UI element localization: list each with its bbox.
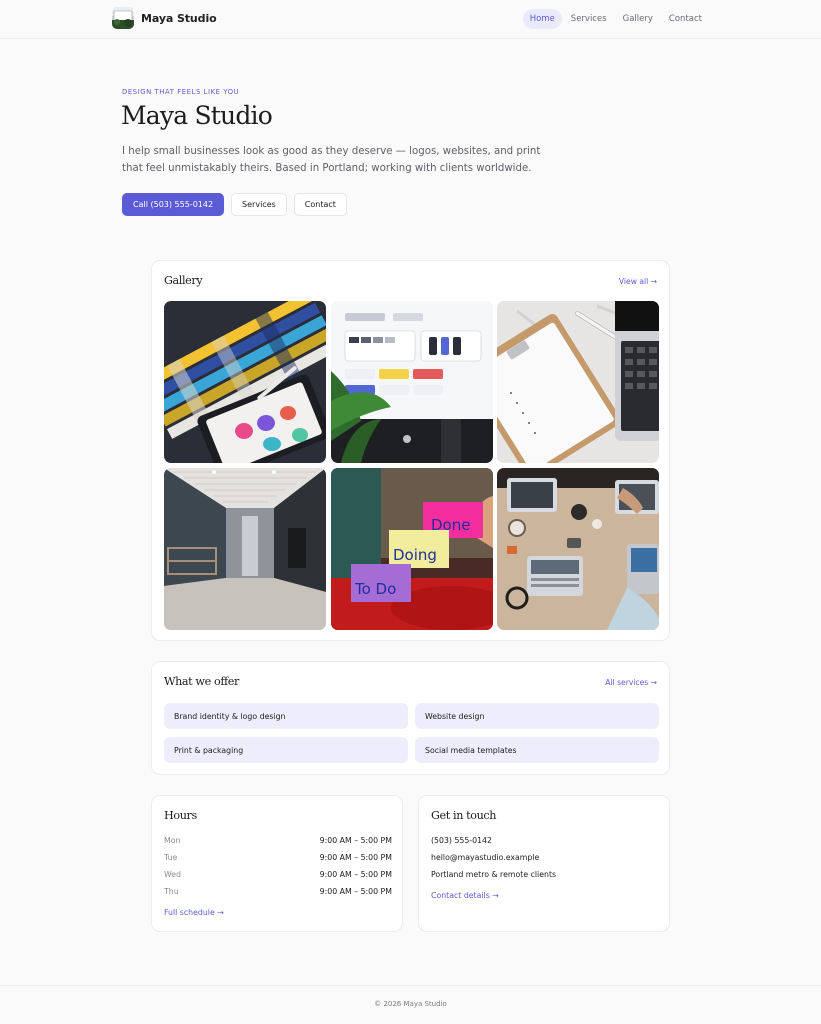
sticky-note-done: Done [431, 516, 470, 534]
hours-row: Thu 9:00 AM – 5:00 PM [164, 887, 392, 899]
service-chip-brand-identity[interactable]: Brand identity & logo design [164, 703, 408, 729]
nav-link-contact[interactable]: Contact [662, 9, 709, 29]
hours-title: Hours [164, 809, 197, 822]
brand-home-link[interactable]: Maya Studio [112, 7, 217, 29]
gallery-tile-hallway[interactable] [164, 468, 326, 630]
hours-time: 9:00 AM – 5:00 PM [319, 836, 392, 845]
hero-description: I help small businesses look as good as … [122, 146, 541, 174]
contact-details-link[interactable]: Contact details → [431, 891, 499, 900]
hours-time: 9:00 AM – 5:00 PM [319, 870, 392, 879]
color-swatches-photo [164, 301, 326, 463]
hours-row: Mon 9:00 AM – 5:00 PM [164, 836, 392, 848]
gallery-tile-clipboard[interactable] [497, 301, 659, 463]
brand-name: Maya Studio [141, 11, 217, 25]
full-schedule-link[interactable]: Full schedule → [164, 908, 224, 917]
hours-day: Wed [164, 870, 181, 879]
contact-service-area: Portland metro & remote clients [431, 870, 557, 879]
all-services-link[interactable]: All services → [605, 678, 657, 687]
sticky-notes-photo: Done Doing To Do [331, 468, 493, 630]
hero-title: Maya Studio [121, 101, 273, 130]
contact-card: Get in touch (503) 555-0142 hello@mayast… [418, 795, 670, 932]
contact-phone[interactable]: (503) 555-0142 [431, 836, 492, 845]
services-title: What we offer [164, 675, 239, 688]
service-chip-print-packaging[interactable]: Print & packaging [164, 737, 408, 763]
gallery-tile-team[interactable] [497, 468, 659, 630]
gallery-tile-swatches[interactable] [164, 301, 326, 463]
nav-link-gallery[interactable]: Gallery [616, 9, 660, 29]
gallery-card: Gallery View all → Done Doing To Do [151, 260, 670, 641]
hours-time: 9:00 AM – 5:00 PM [319, 853, 392, 862]
service-chip-social-media[interactable]: Social media templates [415, 737, 659, 763]
services-button[interactable]: Services [231, 193, 287, 216]
sticky-note-to-do: To Do [354, 580, 396, 598]
sticky-note-doing: Doing [393, 546, 437, 564]
gallery-tile-sticky-notes[interactable]: Done Doing To Do [331, 468, 493, 630]
hero-actions: Call (503) 555-0142 Services Contact [122, 193, 347, 216]
gallery-title: Gallery [164, 274, 203, 287]
hours-time: 9:00 AM – 5:00 PM [319, 887, 392, 896]
hours-day: Tue [164, 853, 178, 862]
gallery-view-all-link[interactable]: View all → [619, 277, 657, 286]
service-chip-website-design[interactable]: Website design [415, 703, 659, 729]
hours-day: Mon [164, 836, 181, 845]
services-card: What we offer All services → Brand ident… [151, 661, 670, 775]
clipboard-desk-photo [497, 301, 659, 463]
footer: © 2026 Maya Studio [0, 985, 821, 1024]
call-button[interactable]: Call (503) 555-0142 [122, 193, 225, 216]
contact-button[interactable]: Contact [293, 193, 347, 216]
contact-title: Get in touch [431, 809, 497, 822]
nav-link-services[interactable]: Services [564, 9, 614, 29]
main-nav: Home Services Gallery Contact [522, 9, 709, 29]
nav-link-home[interactable]: Home [522, 9, 562, 29]
gallery-tile-monitor[interactable] [331, 301, 493, 463]
contact-email[interactable]: hello@mayastudio.example [431, 853, 539, 862]
hours-card: Hours Mon 9:00 AM – 5:00 PM Tue 9:00 AM … [151, 795, 403, 932]
hours-row: Tue 9:00 AM – 5:00 PM [164, 853, 392, 865]
design-ui-monitor-photo [331, 301, 493, 463]
footer-copyright: © 2026 Maya Studio [374, 1000, 447, 1008]
office-hallway-photo [164, 468, 326, 630]
studio-logo [112, 7, 134, 29]
hours-day: Thu [164, 887, 179, 896]
hero-eyebrow: DESIGN THAT FEELS LIKE YOU [122, 88, 240, 96]
top-navigation-bar: Maya Studio Home Services Gallery Contac… [0, 0, 821, 39]
team-laptops-photo [497, 468, 659, 630]
hours-row: Wed 9:00 AM – 5:00 PM [164, 870, 392, 882]
